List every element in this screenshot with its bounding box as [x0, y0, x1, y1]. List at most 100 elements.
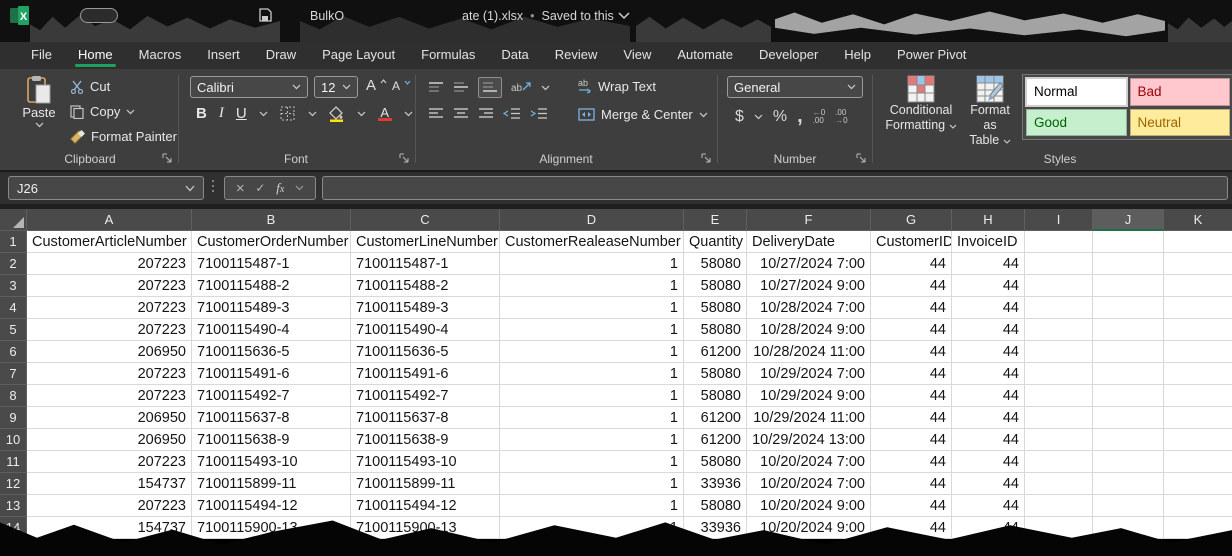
row-header-11[interactable]: 11 — [0, 451, 27, 473]
cell-A1[interactable]: CustomerArticleNumber — [27, 231, 192, 253]
column-header-G[interactable]: G — [871, 209, 952, 231]
percent-format-button[interactable]: % — [773, 108, 787, 126]
cell-J8[interactable] — [1093, 385, 1164, 407]
align-left-icon[interactable] — [428, 107, 444, 120]
cell-C5[interactable]: 7100115490-4 — [351, 319, 500, 341]
align-right-icon[interactable] — [478, 107, 494, 120]
cell-K4[interactable] — [1164, 297, 1232, 319]
cell-E1[interactable]: Quantity — [684, 231, 747, 253]
cell-I5[interactable] — [1025, 319, 1093, 341]
cell-G5[interactable]: 44 — [871, 319, 952, 341]
column-header-H[interactable]: H — [952, 209, 1025, 231]
cell-A13[interactable]: 207223 — [27, 495, 192, 517]
cell-B8[interactable]: 7100115492-7 — [192, 385, 351, 407]
cell-J10[interactable] — [1093, 429, 1164, 451]
orientation-chevron-icon[interactable] — [541, 85, 550, 91]
decrease-font-button[interactable]: A — [392, 79, 411, 93]
number-format-select[interactable]: General — [727, 76, 863, 98]
cell-E12[interactable]: 33936 — [684, 473, 747, 495]
cell-C12[interactable]: 7100115899-11 — [351, 473, 500, 495]
cell-style-neutral[interactable]: Neutral — [1130, 109, 1231, 137]
cell-C2[interactable]: 7100115487-1 — [351, 253, 500, 275]
cell-I10[interactable] — [1025, 429, 1093, 451]
cell-D12[interactable]: 1 — [500, 473, 684, 495]
cell-E9[interactable]: 61200 — [684, 407, 747, 429]
title-dropdown-chevron-icon[interactable] — [618, 12, 630, 20]
row-header-10[interactable]: 10 — [0, 429, 27, 451]
cell-A3[interactable]: 207223 — [27, 275, 192, 297]
formula-input[interactable] — [322, 176, 1228, 200]
cell-J13[interactable] — [1093, 495, 1164, 517]
cell-B1[interactable]: CustomerOrderNumber — [192, 231, 351, 253]
cell-H2[interactable]: 44 — [952, 253, 1025, 275]
row-header-12[interactable]: 12 — [0, 473, 27, 495]
tab-developer[interactable]: Developer — [746, 42, 831, 69]
wrap-text-button[interactable]: ab Wrap Text — [578, 79, 656, 94]
cell-K12[interactable] — [1164, 473, 1232, 495]
format-as-table-button[interactable]: Format asTable — [962, 75, 1018, 148]
tab-home[interactable]: Home — [65, 42, 126, 69]
cell-B13[interactable]: 7100115494-12 — [192, 495, 351, 517]
cell-A11[interactable]: 207223 — [27, 451, 192, 473]
clipboard-dialog-launcher-icon[interactable] — [162, 153, 174, 165]
cell-I12[interactable] — [1025, 473, 1093, 495]
copy-button[interactable]: Copy — [70, 104, 135, 119]
increase-font-button[interactable]: A — [366, 77, 387, 94]
cell-F13[interactable]: 10/20/2024 9:00 — [747, 495, 871, 517]
cell-K13[interactable] — [1164, 495, 1232, 517]
cell-G10[interactable]: 44 — [871, 429, 952, 451]
cell-D13[interactable]: 1 — [500, 495, 684, 517]
cell-K7[interactable] — [1164, 363, 1232, 385]
column-header-A[interactable]: A — [27, 209, 192, 231]
cell-J6[interactable] — [1093, 341, 1164, 363]
cell-F11[interactable]: 10/20/2024 7:00 — [747, 451, 871, 473]
currency-format-button[interactable]: $ — [735, 108, 744, 126]
cell-style-normal[interactable]: Normal — [1026, 78, 1127, 106]
cell-style-bad[interactable]: Bad — [1130, 78, 1231, 106]
cell-E11[interactable]: 58080 — [684, 451, 747, 473]
row-header-3[interactable]: 3 — [0, 275, 27, 297]
cell-J9[interactable] — [1093, 407, 1164, 429]
tab-power-pivot[interactable]: Power Pivot — [884, 42, 979, 69]
cell-G11[interactable]: 44 — [871, 451, 952, 473]
cell-B6[interactable]: 7100115636-5 — [192, 341, 351, 363]
cell-A12[interactable]: 154737 — [27, 473, 192, 495]
cell-I4[interactable] — [1025, 297, 1093, 319]
cell-A2[interactable]: 207223 — [27, 253, 192, 275]
cell-style-good[interactable]: Good — [1026, 109, 1127, 137]
cell-E13[interactable]: 58080 — [684, 495, 747, 517]
cell-K8[interactable] — [1164, 385, 1232, 407]
underline-button[interactable]: U — [236, 105, 247, 122]
cell-H5[interactable]: 44 — [952, 319, 1025, 341]
cell-I13[interactable] — [1025, 495, 1093, 517]
cell-I1[interactable] — [1025, 231, 1093, 253]
cell-D11[interactable]: 1 — [500, 451, 684, 473]
fx-chevron-icon[interactable] — [295, 185, 304, 191]
cell-I11[interactable] — [1025, 451, 1093, 473]
cancel-formula-icon[interactable]: × — [236, 180, 245, 197]
cell-F1[interactable]: DeliveryDate — [747, 231, 871, 253]
row-header-9[interactable]: 9 — [0, 407, 27, 429]
cell-G6[interactable]: 44 — [871, 341, 952, 363]
cell-D6[interactable]: 1 — [500, 341, 684, 363]
cell-H11[interactable]: 44 — [952, 451, 1025, 473]
font-name-select[interactable]: Calibri — [190, 76, 308, 98]
alignment-dialog-launcher-icon[interactable] — [701, 153, 713, 165]
cell-E3[interactable]: 58080 — [684, 275, 747, 297]
orientation-icon[interactable]: ab — [511, 82, 532, 94]
tab-file[interactable]: File — [18, 42, 65, 69]
cell-F2[interactable]: 10/27/2024 7:00 — [747, 253, 871, 275]
row-header-13[interactable]: 13 — [0, 495, 27, 517]
cell-B11[interactable]: 7100115493-10 — [192, 451, 351, 473]
font-color-chevron-icon[interactable] — [404, 111, 413, 117]
cell-I2[interactable] — [1025, 253, 1093, 275]
paste-button[interactable]: Paste — [16, 75, 62, 128]
row-header-2[interactable]: 2 — [0, 253, 27, 275]
cell-F6[interactable]: 10/28/2024 11:00 — [747, 341, 871, 363]
column-header-K[interactable]: K — [1164, 209, 1232, 231]
borders-chevron-icon[interactable] — [308, 111, 317, 117]
cell-K10[interactable] — [1164, 429, 1232, 451]
column-header-F[interactable]: F — [747, 209, 871, 231]
cell-B10[interactable]: 7100115638-9 — [192, 429, 351, 451]
conditional-formatting-button[interactable]: ConditionalFormatting — [882, 75, 960, 133]
